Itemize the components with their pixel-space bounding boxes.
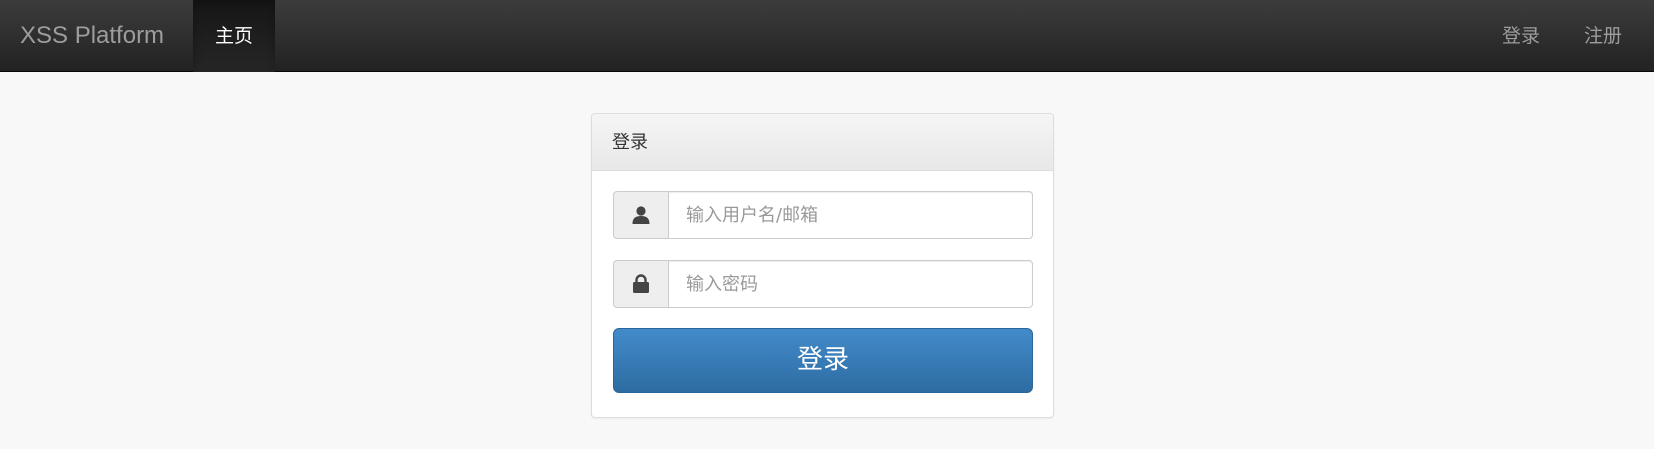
nav-login-link[interactable]: 登录	[1502, 0, 1540, 72]
username-input[interactable]	[668, 191, 1033, 239]
nav-home[interactable]: 主页	[193, 0, 275, 72]
brand-link[interactable]: XSS Platform	[20, 0, 164, 72]
lock-icon-glyph	[633, 274, 649, 293]
nav-register-link[interactable]: 注册	[1584, 0, 1622, 72]
login-panel: 登录 登录	[591, 113, 1054, 418]
login-panel-title: 登录	[592, 114, 1053, 171]
password-input[interactable]	[668, 260, 1033, 308]
top-navbar: XSS Platform 主页 登录 注册	[0, 0, 1654, 72]
password-input-group	[613, 260, 1033, 308]
lock-icon	[613, 260, 668, 308]
login-submit-button[interactable]: 登录	[613, 328, 1033, 393]
user-icon-glyph	[632, 206, 650, 224]
username-input-group	[613, 191, 1033, 239]
user-icon	[613, 191, 668, 239]
